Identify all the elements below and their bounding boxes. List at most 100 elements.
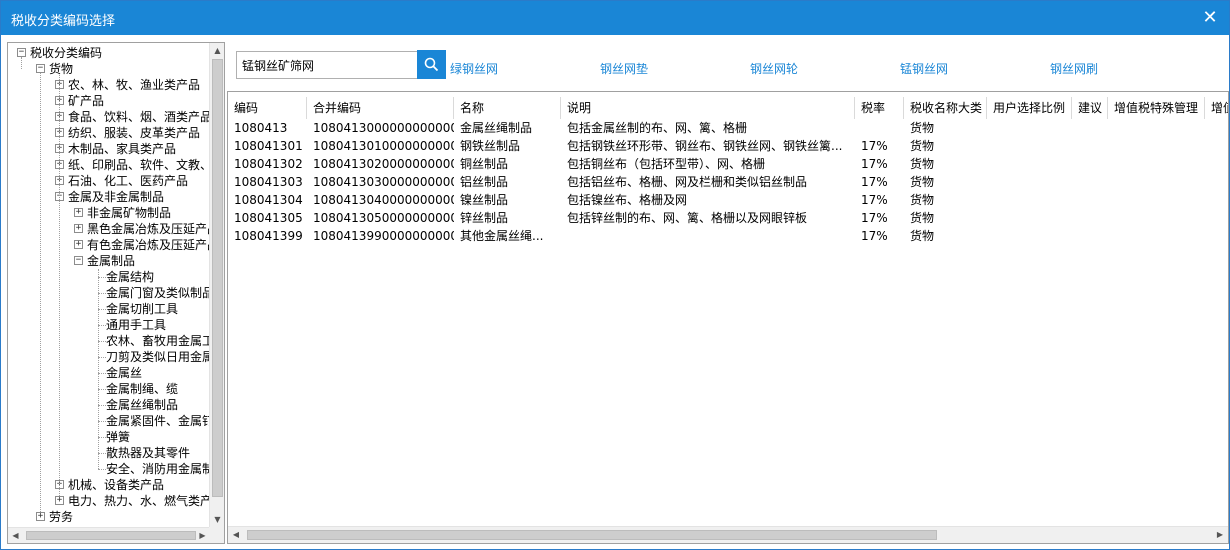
- tree-horizontal-scrollbar[interactable]: ◀ ▶: [8, 527, 210, 543]
- grid-horizontal-scrollbar[interactable]: ◀ ▶: [228, 526, 1228, 543]
- tree-node-leaf[interactable]: 金属门窗及类似制品: [106, 285, 210, 301]
- tree-vertical-scrollbar[interactable]: ▲ ▼: [209, 43, 224, 527]
- column-header[interactable]: 增值税特殊管理: [1108, 97, 1205, 119]
- scroll-up-icon[interactable]: ▲: [210, 43, 224, 58]
- tree-node-leaf[interactable]: 金属丝绳制品: [106, 397, 178, 413]
- search-icon: [424, 57, 439, 72]
- collapse-toggle-icon[interactable]: −: [36, 64, 45, 73]
- table-cell: 17%: [861, 211, 888, 225]
- scroll-left-icon[interactable]: ◀: [8, 528, 23, 543]
- suggestion-link[interactable]: 锰钢丝网: [900, 60, 948, 77]
- suggestion-link[interactable]: 钢丝网轮: [750, 60, 798, 77]
- tree-node-category[interactable]: 矿产品: [68, 93, 104, 109]
- tree-node-category[interactable]: 机械、设备类产品: [68, 477, 164, 493]
- scroll-thumb[interactable]: [247, 530, 937, 540]
- tree-node-leaf[interactable]: 散热器及其零件: [106, 445, 190, 461]
- table-cell: 铝丝制品: [460, 175, 509, 189]
- dialog-window: 税收分类编码选择 ✕ − 税收分类编码 − 货物 + 农、林、牧、渔业类产品 + 矿产品 + 食品…: [0, 0, 1230, 550]
- column-header[interactable]: 增值: [1205, 97, 1228, 119]
- tree-node-leaf[interactable]: 通用手工具: [106, 317, 166, 333]
- table-cell: 镍丝制品: [460, 193, 509, 207]
- tree-node-category[interactable]: 黑色金属冶炼及压延产品: [87, 221, 210, 237]
- table-cell: 锌丝制品: [460, 211, 509, 225]
- table-row[interactable]: 108041304 1080413040000000000 镍丝制品 包括镍丝布、格栅…: [228, 191, 1228, 209]
- tree-connector: [98, 389, 106, 390]
- table-cell: 货物: [910, 139, 935, 153]
- tree-node-leaf[interactable]: 金属切削工具: [106, 301, 178, 317]
- column-header[interactable]: 说明: [561, 97, 855, 119]
- tree-node-leaf[interactable]: 金属结构: [106, 269, 154, 285]
- tree-node-labor[interactable]: 劳务: [49, 509, 73, 525]
- table-row[interactable]: 108041399 1080413990000000000 其他金属丝绳... 17%…: [228, 227, 1228, 245]
- column-header[interactable]: 合并编码: [307, 97, 454, 119]
- tree-node-category[interactable]: 石油、化工、医药产品: [68, 173, 188, 189]
- scroll-thumb[interactable]: [26, 531, 196, 540]
- table-row[interactable]: 108041305 1080413050000000000 锌丝制品 包括锌丝制的布、…: [228, 209, 1228, 227]
- table-cell: 108041305: [234, 211, 303, 225]
- tree-node-category[interactable]: 木制品、家具类产品: [68, 141, 176, 157]
- column-header[interactable]: 税收名称大类: [904, 97, 987, 119]
- tree-node-root[interactable]: 税收分类编码: [30, 45, 102, 61]
- table-cell: 17%: [861, 139, 888, 153]
- scroll-thumb[interactable]: [212, 59, 223, 497]
- expand-toggle-icon[interactable]: +: [74, 208, 83, 217]
- table-row[interactable]: 1080413 1080413000000000000 金属丝绳制品 包括金属丝制的布…: [228, 119, 1228, 137]
- expand-toggle-icon[interactable]: +: [74, 240, 83, 249]
- tree-connector: [21, 57, 22, 69]
- table-cell: 108041301: [234, 139, 303, 153]
- table-row[interactable]: 108041302 1080413020000000000 铜丝制品 包括铜丝布（包括…: [228, 155, 1228, 173]
- suggestion-link[interactable]: 绿钢丝网: [450, 60, 498, 77]
- tree-node-leaf[interactable]: 农林、畜牧用金属工具: [106, 333, 210, 349]
- tree-node-leaf[interactable]: 刀剪及类似日用金属工具: [106, 349, 210, 365]
- column-header[interactable]: 建议: [1072, 97, 1108, 119]
- tree-node-category[interactable]: 纸、印刷品、软件、文教、: [68, 157, 210, 173]
- table-row[interactable]: 108041301 1080413010000000000 钢铁丝制品 包括钢铁丝环形…: [228, 137, 1228, 155]
- expand-toggle-icon[interactable]: +: [74, 224, 83, 233]
- tree-node-category[interactable]: 电力、热力、水、燃气类产品: [68, 493, 210, 509]
- scroll-right-icon[interactable]: ▶: [195, 528, 210, 543]
- suggestion-link[interactable]: 钢丝网垫: [600, 60, 648, 77]
- column-header[interactable]: 用户选择比例: [987, 97, 1072, 119]
- expand-toggle-icon[interactable]: +: [55, 496, 64, 505]
- table-row[interactable]: 108041303 1080413030000000000 铝丝制品 包括铝丝布、格栅…: [228, 173, 1228, 191]
- suggestion-link[interactable]: 钢丝网刷: [1050, 60, 1098, 77]
- tree-node-category[interactable]: 纺织、服装、皮革类产品: [68, 125, 200, 141]
- collapse-toggle-icon[interactable]: −: [17, 48, 26, 57]
- tree-node-leaf[interactable]: 金属制绳、缆: [106, 381, 178, 397]
- table-cell: 17%: [861, 157, 888, 171]
- tree-node-category[interactable]: 农、林、牧、渔业类产品: [68, 77, 200, 93]
- tree-node-category[interactable]: 食品、饮料、烟、酒类产品: [68, 109, 210, 125]
- search-input[interactable]: [236, 51, 418, 79]
- expand-toggle-icon[interactable]: +: [36, 512, 45, 521]
- table-cell: 货物: [910, 175, 935, 189]
- tree-node-leaf[interactable]: 安全、消防用金属制品: [106, 461, 210, 477]
- scroll-right-icon[interactable]: ▶: [1212, 527, 1228, 543]
- table-cell: 17%: [861, 229, 888, 243]
- tree-connector: [98, 341, 106, 342]
- tree-node-leaf[interactable]: 弹簧: [106, 429, 130, 445]
- collapse-toggle-icon[interactable]: −: [74, 256, 83, 265]
- table-cell: 货物: [910, 211, 935, 225]
- search-button[interactable]: [417, 50, 446, 79]
- tree-node-metal[interactable]: 金属及非金属制品: [68, 189, 164, 205]
- tree-node-goods[interactable]: 货物: [49, 61, 73, 77]
- tree-node-category[interactable]: 非金属矿物制品: [87, 205, 171, 221]
- tree-node-leaf[interactable]: 金属丝: [106, 365, 142, 381]
- tree-connector: [98, 421, 106, 422]
- tree-node-leaf[interactable]: 金属紧固件、金属钉: [106, 413, 210, 429]
- grid-header: 编码 合并编码 名称 说明 税率 税收名称大类 用户选择比例 建议 增值税特殊管…: [228, 97, 1228, 119]
- scroll-left-icon[interactable]: ◀: [228, 527, 244, 543]
- column-header[interactable]: 名称: [454, 97, 561, 119]
- window-title: 税收分类编码选择: [11, 14, 116, 29]
- table-cell: 1080413000000000000: [313, 121, 454, 135]
- results-grid: 编码 合并编码 名称 说明 税率 税收名称大类 用户选择比例 建议 增值税特殊管…: [227, 91, 1229, 544]
- column-header[interactable]: 编码: [228, 97, 307, 119]
- close-icon[interactable]: ✕: [1199, 7, 1221, 29]
- tree-node-category[interactable]: 有色金属冶炼及压延产品: [87, 237, 210, 253]
- scroll-down-icon[interactable]: ▼: [210, 512, 224, 527]
- tree-node-metal-products[interactable]: 金属制品: [87, 253, 135, 269]
- column-header[interactable]: 税率: [855, 97, 904, 119]
- title-bar: 税收分类编码选择 ✕: [1, 1, 1229, 35]
- tree-connector: [98, 325, 106, 326]
- table-cell: 金属丝绳制品: [460, 121, 533, 135]
